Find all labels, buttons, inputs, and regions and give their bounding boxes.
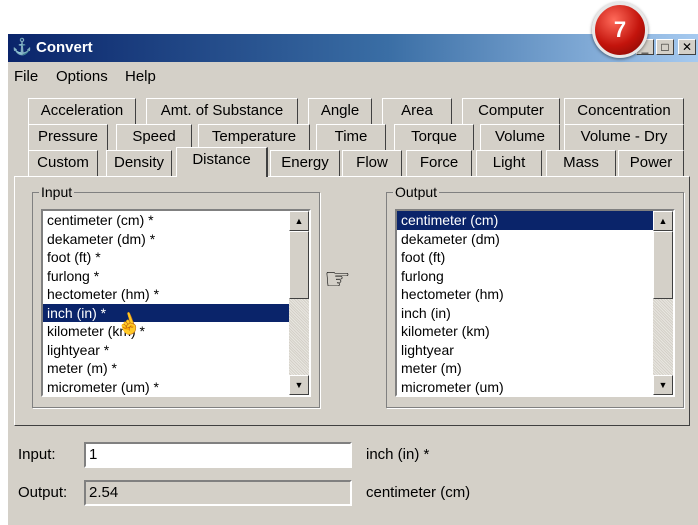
output-list-item[interactable]: lightyear: [397, 341, 653, 360]
output-list-item[interactable]: hectometer (hm): [397, 285, 653, 304]
scroll-up-arrow-icon[interactable]: ▲: [289, 211, 309, 231]
output-value-label: Output:: [18, 484, 68, 501]
output-list-item[interactable]: inch (in): [397, 304, 653, 323]
convert-window: ⚓ Convert _ □ ✕ File Options Help Accele…: [8, 34, 698, 525]
tab-time[interactable]: Time: [316, 124, 386, 150]
output-list-item[interactable]: micrometer (um): [397, 378, 653, 396]
input-list-item[interactable]: furlong *: [43, 267, 289, 286]
input-list-item[interactable]: meter (m) *: [43, 359, 289, 378]
tab-light[interactable]: Light: [476, 150, 542, 176]
tab-pressure[interactable]: Pressure: [28, 124, 108, 150]
output-list-scrollbar[interactable]: ▲ ▼: [653, 211, 673, 395]
output-group: Output centimeter (cm) dekameter (dm) fo…: [386, 184, 684, 408]
tab-volume-dry[interactable]: Volume - Dry: [564, 124, 684, 150]
tab-torque[interactable]: Torque: [394, 124, 474, 150]
output-list-item[interactable]: furlong: [397, 267, 653, 286]
input-unit-text: inch (in) *: [366, 446, 430, 463]
output-scroll-thumb[interactable]: [653, 231, 673, 299]
menu-help[interactable]: Help: [125, 68, 156, 85]
input-list-item[interactable]: micrometer (um) *: [43, 378, 289, 396]
tab-distance[interactable]: Distance: [176, 147, 268, 177]
step-number-badge: 7: [592, 2, 648, 58]
tab-density[interactable]: Density: [106, 150, 172, 176]
input-list-item[interactable]: lightyear *: [43, 341, 289, 360]
input-value-label: Input:: [18, 446, 56, 463]
input-list-item[interactable]: dekameter (dm) *: [43, 230, 289, 249]
tab-power[interactable]: Power: [618, 150, 684, 176]
tab-acceleration[interactable]: Acceleration: [28, 98, 136, 124]
tab-row-2: Pressure Speed Temperature Time Torque V…: [8, 124, 698, 150]
close-button[interactable]: ✕: [678, 39, 696, 55]
tab-area[interactable]: Area: [382, 98, 452, 124]
input-list-items: centimeter (cm) * dekameter (dm) * foot …: [43, 211, 289, 395]
output-list-item-selected[interactable]: centimeter (cm): [397, 211, 653, 230]
menu-options[interactable]: Options: [56, 68, 108, 85]
output-list-item[interactable]: dekameter (dm): [397, 230, 653, 249]
input-group: Input centimeter (cm) * dekameter (dm) *…: [32, 184, 320, 408]
tab-computer[interactable]: Computer: [462, 98, 560, 124]
input-list-item[interactable]: foot (ft) *: [43, 248, 289, 267]
input-list-item[interactable]: kilometer (km) *: [43, 322, 289, 341]
input-list-scrollbar[interactable]: ▲ ▼: [289, 211, 309, 395]
maximize-button[interactable]: □: [656, 39, 674, 55]
scroll-down-arrow-icon[interactable]: ▼: [289, 375, 309, 395]
input-scroll-thumb[interactable]: [289, 231, 309, 299]
input-group-label: Input: [39, 184, 75, 200]
output-list-item[interactable]: meter (m): [397, 359, 653, 378]
output-value-field: 2.54: [84, 480, 352, 506]
output-unit-list[interactable]: centimeter (cm) dekameter (dm) foot (ft)…: [395, 209, 675, 397]
input-list-item[interactable]: hectometer (hm) *: [43, 285, 289, 304]
output-list-items: centimeter (cm) dekameter (dm) foot (ft)…: [397, 211, 653, 395]
pointing-hand-icon: ☞: [324, 263, 351, 296]
window-title: Convert: [36, 39, 93, 56]
tab-angle[interactable]: Angle: [308, 98, 372, 124]
input-value-field[interactable]: 1: [84, 442, 352, 468]
tab-flow[interactable]: Flow: [342, 150, 402, 176]
output-unit-text: centimeter (cm): [366, 484, 471, 501]
tab-force[interactable]: Force: [406, 150, 472, 176]
input-unit-list[interactable]: centimeter (cm) * dekameter (dm) * foot …: [41, 209, 311, 397]
scroll-up-arrow-icon[interactable]: ▲: [653, 211, 673, 231]
input-list-item-selected[interactable]: inch (in) *: [43, 303, 289, 322]
output-list-item[interactable]: foot (ft): [397, 248, 653, 267]
tab-energy[interactable]: Energy: [270, 150, 340, 176]
tab-row-3: Custom Density Distance Energy Flow Forc…: [8, 147, 698, 177]
tab-mass[interactable]: Mass: [546, 150, 616, 176]
output-list-item[interactable]: kilometer (km): [397, 322, 653, 341]
tab-row-1: Acceleration Amt. of Substance Angle Are…: [8, 98, 698, 124]
tab-custom[interactable]: Custom: [28, 150, 98, 176]
tab-amt-of-substance[interactable]: Amt. of Substance: [146, 98, 298, 124]
scroll-down-arrow-icon[interactable]: ▼: [653, 375, 673, 395]
app-icon: ⚓: [12, 39, 32, 56]
tab-volume[interactable]: Volume: [480, 124, 560, 150]
output-group-label: Output: [393, 184, 440, 200]
input-list-item[interactable]: centimeter (cm) *: [43, 211, 289, 230]
tab-concentration[interactable]: Concentration: [564, 98, 684, 124]
menu-file[interactable]: File: [14, 68, 38, 85]
menu-bar: File Options Help: [8, 62, 698, 90]
